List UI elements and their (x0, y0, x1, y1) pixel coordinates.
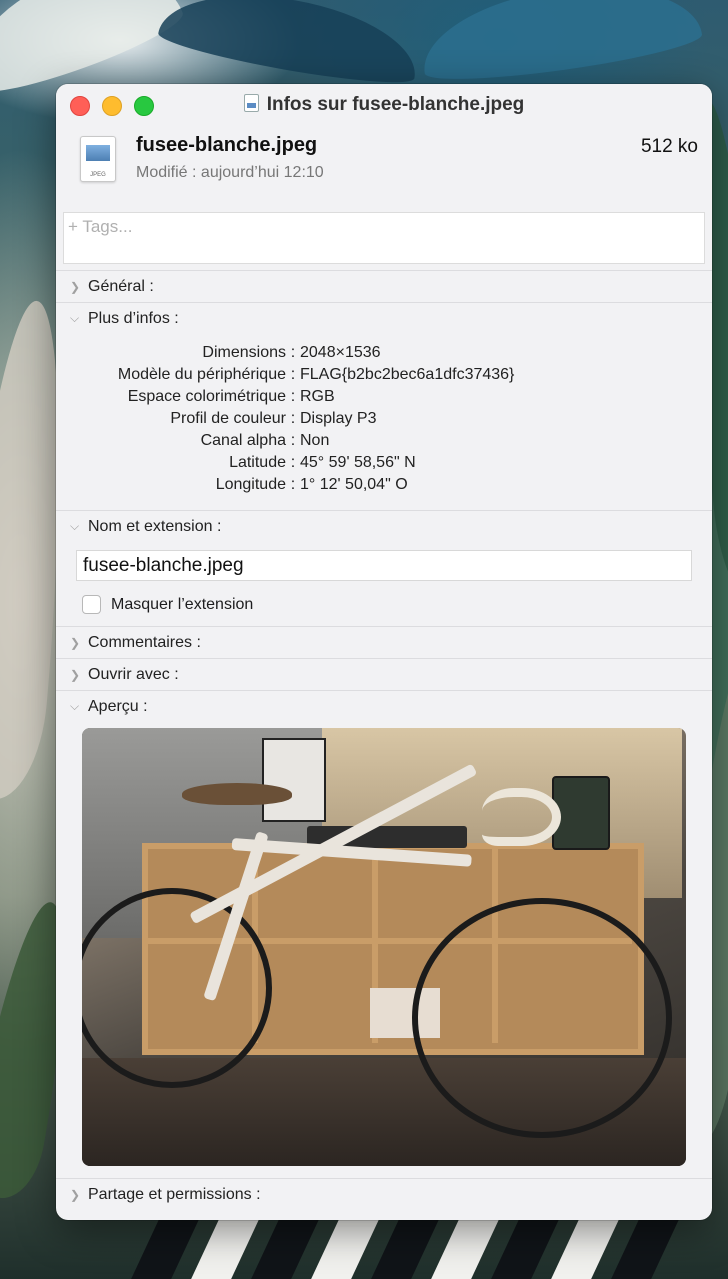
section-name-extension: ⌵ Nom et extension : Masquer l’extension (56, 510, 712, 626)
info-row: Profil de couleur: Display P3 (56, 408, 712, 430)
section-general-label: Général : (88, 277, 154, 295)
chevron-right-icon: ❯ (70, 635, 81, 650)
window-title: Infos sur fusee-blanche.jpeg (266, 94, 525, 115)
info-row: Longitude:1° 12' 50,04" O (56, 474, 712, 496)
section-comments-toggle[interactable]: ❯ Commentaires : (56, 627, 712, 658)
section-open-with-toggle[interactable]: ❯ Ouvrir avec : (56, 659, 712, 690)
info-key: Profil de couleur (170, 410, 286, 427)
section-open-with-label: Ouvrir avec : (88, 665, 179, 683)
tags-field[interactable] (63, 212, 712, 264)
title-bar[interactable]: Infos sur fusee-blanche.jpeg (56, 84, 712, 128)
more-info-list: Dimensions:2048×1536 Modèle du périphéri… (56, 334, 712, 510)
section-sharing-label: Partage et permissions : (88, 1185, 261, 1203)
section-general: ❯ Général : (56, 270, 712, 302)
section-preview-label: Aperçu : (88, 697, 148, 715)
info-value: 2048×1536 (300, 344, 381, 361)
file-icon-label: JPEG (90, 172, 106, 178)
info-row: Latitude:45° 59' 58,56" N (56, 452, 712, 474)
document-icon (243, 94, 259, 112)
chevron-right-icon: ❯ (70, 667, 81, 682)
info-row: Espace colorimétrique: RGB (56, 386, 712, 408)
image-preview (82, 728, 686, 1166)
section-more-info-label: Plus d’infos : (88, 309, 179, 327)
hide-extension-checkbox[interactable] (82, 595, 101, 614)
section-general-toggle[interactable]: ❯ Général : (56, 271, 712, 302)
file-name: fusee-blanche.jpeg (136, 134, 318, 156)
section-open-with: ❯ Ouvrir avec : (56, 658, 712, 690)
section-more-info-toggle[interactable]: ⌵ Plus d’infos : (56, 303, 712, 334)
hide-extension-label: Masquer l’extension (111, 595, 254, 613)
info-value: 45° 59' 58,56" N (300, 454, 416, 471)
info-key: Latitude (229, 454, 286, 471)
info-key: Canal alpha (200, 432, 286, 449)
section-sharing-toggle[interactable]: ❯ Partage et permissions : (56, 1179, 712, 1210)
window-title-wrap: Infos sur fusee-blanche.jpeg (56, 94, 712, 116)
section-preview-toggle[interactable]: ⌵ Aperçu : (56, 691, 712, 722)
chevron-down-icon: ⌵ (70, 699, 80, 713)
info-row: Canal alpha: Non (56, 430, 712, 452)
chevron-right-icon: ❯ (70, 279, 81, 294)
section-more-info: ⌵ Plus d’infos : Dimensions:2048×1536 Mo… (56, 302, 712, 510)
section-name-extension-toggle[interactable]: ⌵ Nom et extension : (56, 511, 712, 542)
tags-input[interactable] (64, 213, 712, 241)
section-name-extension-label: Nom et extension : (88, 517, 222, 535)
info-key: Modèle du périphérique (117, 366, 286, 383)
info-key: Dimensions (202, 344, 286, 361)
section-preview: ⌵ Aperçu : (56, 690, 712, 1166)
section-sharing: ❯ Partage et permissions : (56, 1178, 712, 1210)
hide-extension-row[interactable]: Masquer l’extension (56, 581, 712, 626)
info-row: Dimensions:2048×1536 (56, 342, 712, 364)
chevron-right-icon: ❯ (70, 1187, 81, 1202)
jpeg-file-icon: JPEG (80, 136, 116, 182)
chevron-down-icon: ⌵ (70, 311, 80, 325)
info-key: Espace colorimétrique (127, 388, 286, 405)
file-size: 512 ko (640, 136, 698, 157)
info-value: Non (300, 432, 330, 449)
file-modified: Modifié : aujourd’hui 12:10 (136, 164, 324, 181)
info-value: FLAG{b2bc2bec6a1dfc37436} (300, 366, 515, 383)
info-row: Modèle du périphérique: FLAG{b2bc2bec6a1d… (56, 364, 712, 386)
chevron-down-icon: ⌵ (70, 519, 80, 533)
section-comments-label: Commentaires : (88, 633, 201, 651)
info-value: RGB (300, 388, 335, 405)
get-info-window: Infos sur fusee-blanche.jpeg JPEG fusee-… (56, 84, 712, 1220)
file-header: JPEG fusee-blanche.jpeg 512 ko Modifié :… (56, 128, 712, 212)
filename-input[interactable] (76, 550, 692, 581)
section-comments: ❯ Commentaires : (56, 626, 712, 658)
info-value: Display P3 (300, 410, 377, 427)
info-value: 1° 12' 50,04" O (300, 476, 408, 493)
info-key: Longitude (215, 476, 286, 493)
